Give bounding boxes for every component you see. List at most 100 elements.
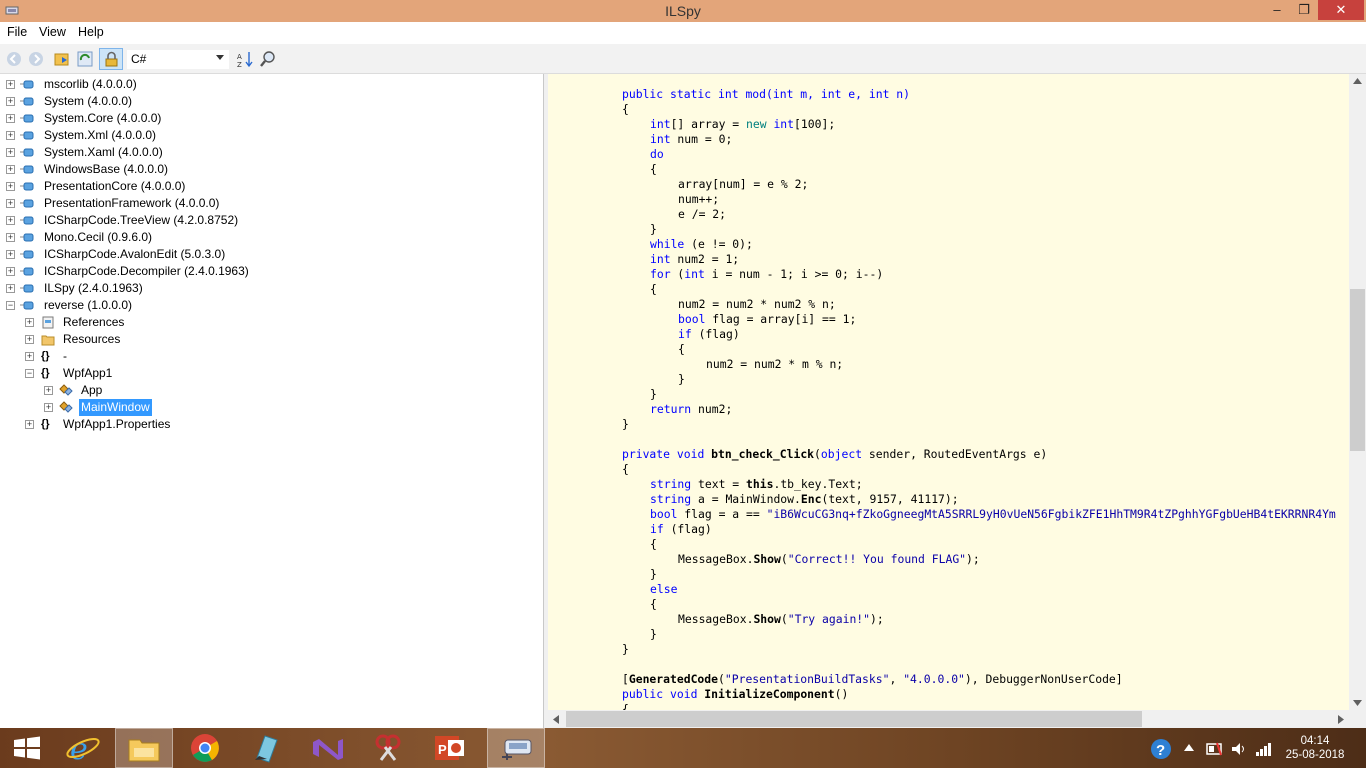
tree-node[interactable]: + mscorlib (4.0.0.0) xyxy=(0,76,300,93)
expand-icon[interactable]: + xyxy=(6,216,15,225)
code-line: e /= 2; xyxy=(678,207,727,221)
tree-node[interactable]: + Mono.Cecil (0.9.6.0) xyxy=(0,229,300,246)
vertical-scroll-thumb[interactable] xyxy=(1350,289,1365,451)
decompiled-code-view[interactable]: public static int mod(int m, int e, int … xyxy=(548,74,1349,710)
restore-button[interactable]: ❐ xyxy=(1289,0,1319,20)
expand-icon[interactable]: + xyxy=(6,80,15,89)
tree-node-selected[interactable]: + MainWindow xyxy=(0,399,300,416)
expand-icon[interactable]: + xyxy=(25,352,34,361)
expand-icon[interactable]: + xyxy=(44,403,53,412)
code-token: btn_check_Click xyxy=(704,447,815,461)
tree-node[interactable]: + System.Xaml (4.0.0.0) xyxy=(0,144,300,161)
tree-node[interactable]: + {} WpfApp1.Properties xyxy=(0,416,300,433)
scroll-left-icon[interactable] xyxy=(553,715,559,724)
refresh-icon[interactable] xyxy=(76,50,94,68)
tree-node[interactable]: + System.Core (4.0.0.0) xyxy=(0,110,300,127)
code-token: this xyxy=(746,477,774,491)
network-icon[interactable] xyxy=(1254,740,1272,758)
collapse-icon[interactable]: − xyxy=(6,301,15,310)
expand-icon[interactable]: + xyxy=(6,148,15,157)
scroll-down-icon[interactable] xyxy=(1353,700,1362,706)
tree-node[interactable]: + System.Xml (4.0.0.0) xyxy=(0,127,300,144)
internet-explorer-icon[interactable]: e xyxy=(54,728,112,768)
tree-node[interactable]: + System (4.0.0.0) xyxy=(0,93,300,110)
expand-icon[interactable]: + xyxy=(6,182,15,191)
expand-icon[interactable]: + xyxy=(6,114,15,123)
ilspy-taskbar-button[interactable] xyxy=(487,728,545,768)
tree-node[interactable]: + ICSharpCode.AvalonEdit (5.0.3.0) xyxy=(0,246,300,263)
tree-node[interactable]: + {} - xyxy=(0,348,300,365)
expand-icon[interactable]: + xyxy=(6,97,15,106)
tree-node[interactable]: + Resources xyxy=(0,331,300,348)
system-clock[interactable]: 04:14 25-08-2018 xyxy=(1284,734,1346,762)
horizontal-scroll-thumb[interactable] xyxy=(566,711,1142,727)
tree-node[interactable]: + PresentationCore (4.0.0.0) xyxy=(0,178,300,195)
tree-node[interactable]: + ICSharpCode.TreeView (4.2.0.8752) xyxy=(0,212,300,229)
tree-node-label: References xyxy=(63,315,125,329)
code-token: Show xyxy=(753,612,781,626)
language-dropdown[interactable]: C# xyxy=(127,50,229,69)
file-explorer-taskbar-button[interactable] xyxy=(115,728,173,768)
code-line: { xyxy=(678,342,685,356)
tree-node[interactable]: + References xyxy=(0,314,300,331)
menu-view[interactable]: View xyxy=(39,25,66,39)
expand-icon[interactable]: + xyxy=(25,318,34,327)
horizontal-scrollbar[interactable] xyxy=(548,710,1349,728)
chrome-icon[interactable] xyxy=(176,728,234,768)
code-line: num++; xyxy=(678,192,720,206)
expand-icon[interactable]: + xyxy=(6,165,15,174)
svg-text:P: P xyxy=(438,742,447,757)
code-token: string xyxy=(650,477,692,491)
menu-help[interactable]: Help xyxy=(78,25,104,39)
code-token: "PresentationBuildTasks" xyxy=(724,672,890,686)
tree-node-label: ILSpy (2.4.0.1963) xyxy=(44,281,143,295)
visual-studio-icon[interactable] xyxy=(298,728,356,768)
scroll-up-icon[interactable] xyxy=(1353,78,1362,84)
code-line: } xyxy=(650,567,657,581)
expand-icon[interactable]: + xyxy=(6,199,15,208)
back-icon[interactable] xyxy=(5,50,23,68)
assembly-icon xyxy=(20,114,34,123)
expand-icon[interactable]: + xyxy=(25,420,34,429)
tree-node[interactable]: − reverse (1.0.0.0) xyxy=(0,297,300,314)
help-icon[interactable]: ? xyxy=(1150,738,1172,760)
code-token: text = xyxy=(691,477,747,491)
forward-icon[interactable] xyxy=(27,50,45,68)
code-token: GeneratedCode xyxy=(628,672,719,686)
tree-node[interactable]: − {} WpfApp1 xyxy=(0,365,300,382)
start-button-icon[interactable] xyxy=(0,728,58,768)
notepad-icon[interactable] xyxy=(237,728,295,768)
search-icon[interactable] xyxy=(259,50,277,68)
tree-node[interactable]: + WindowsBase (4.0.0.0) xyxy=(0,161,300,178)
code-token: sender, RoutedEventArgs e) xyxy=(862,447,1048,461)
tree-node[interactable]: + PresentationFramework (4.0.0.0) xyxy=(0,195,300,212)
powerpoint-icon[interactable]: P xyxy=(420,728,478,768)
expand-icon[interactable]: + xyxy=(6,131,15,140)
tree-node[interactable]: + ICSharpCode.Decompiler (2.4.0.1963) xyxy=(0,263,300,280)
menu-file[interactable]: File xyxy=(7,25,27,39)
tree-node[interactable]: + ILSpy (2.4.0.1963) xyxy=(0,280,300,297)
scroll-right-icon[interactable] xyxy=(1338,715,1344,724)
show-hidden-icons-icon[interactable] xyxy=(1184,744,1194,751)
expand-icon[interactable]: + xyxy=(6,267,15,276)
expand-icon[interactable]: + xyxy=(6,233,15,242)
sort-icon[interactable]: AZ xyxy=(236,50,254,68)
snipping-tool-icon[interactable] xyxy=(359,728,417,768)
vertical-scrollbar[interactable] xyxy=(1349,74,1366,710)
collapse-icon[interactable]: − xyxy=(25,369,34,378)
open-icon[interactable] xyxy=(53,50,71,68)
minimize-button[interactable]: ‒ xyxy=(1262,0,1292,20)
tree-node[interactable]: + App xyxy=(0,382,300,399)
assembly-icon xyxy=(20,216,34,225)
show-internal-toggle[interactable] xyxy=(99,48,123,70)
expand-icon[interactable]: + xyxy=(25,335,34,344)
expand-icon[interactable]: + xyxy=(6,250,15,259)
volume-icon[interactable] xyxy=(1230,740,1248,758)
expand-icon[interactable]: + xyxy=(44,386,53,395)
code-token: int xyxy=(650,117,671,131)
close-button[interactable]: ✕ xyxy=(1318,0,1364,20)
code-token: ( xyxy=(780,552,788,566)
code-token: flag = array[i] == 1; xyxy=(705,312,857,326)
power-icon[interactable] xyxy=(1205,740,1225,758)
expand-icon[interactable]: + xyxy=(6,284,15,293)
